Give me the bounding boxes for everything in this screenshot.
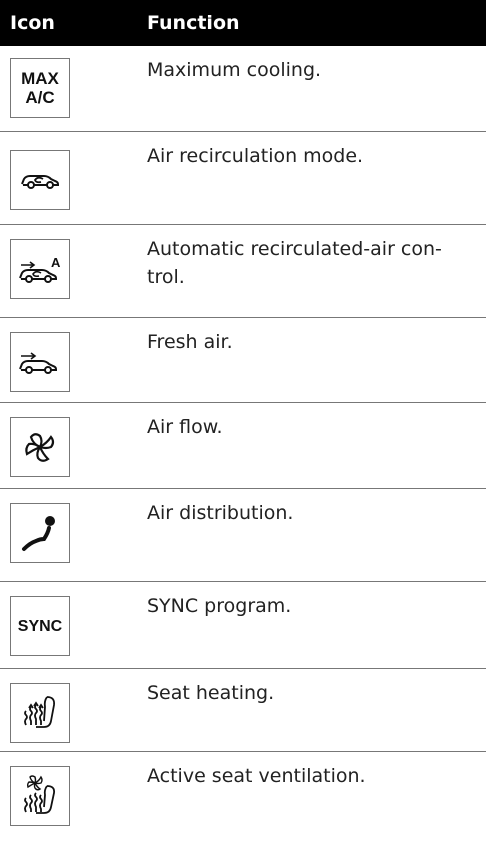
air-recirculation-icon bbox=[10, 150, 70, 210]
automatic-recirculation-icon: A bbox=[10, 239, 70, 299]
icon-cell bbox=[0, 318, 147, 402]
max-ac-icon-line2: A/C bbox=[25, 88, 55, 107]
function-text: Fresh air. bbox=[147, 331, 233, 353]
fresh-air-graphic bbox=[19, 352, 57, 374]
table-row: Air distribution. bbox=[0, 489, 486, 582]
table-row: Seat heating. bbox=[0, 669, 486, 752]
table-row: Air recirculation mode. bbox=[0, 132, 486, 225]
seat-heating-icon bbox=[10, 683, 70, 743]
air-distribution-icon bbox=[10, 503, 70, 563]
table-header: Icon Function bbox=[0, 0, 486, 46]
table-row: Fresh air. bbox=[0, 318, 486, 403]
fan-icon bbox=[10, 417, 70, 477]
max-ac-icon-line1: MAX bbox=[21, 69, 59, 88]
icon-cell bbox=[0, 403, 147, 488]
function-text: SYNC program. bbox=[147, 595, 292, 617]
table-row: A Automatic recirculated-air con-trol. bbox=[0, 225, 486, 318]
function-text: Air recirculation mode. bbox=[147, 145, 364, 167]
seated-person-graphic bbox=[22, 516, 55, 551]
header-function-column: Function bbox=[147, 12, 240, 34]
icon-cell bbox=[0, 132, 147, 224]
function-text: Automatic recirculated-air con-trol. bbox=[147, 238, 442, 288]
table-row: SYNC SYNC program. bbox=[0, 582, 486, 669]
seat-heating-graphic bbox=[24, 696, 56, 728]
table-row: MAX A/C Maximum cooling. bbox=[0, 46, 486, 132]
icon-cell: SYNC bbox=[0, 582, 147, 668]
icon-cell bbox=[0, 489, 147, 581]
sync-icon-text: SYNC bbox=[17, 617, 63, 635]
header-icon-column: Icon bbox=[10, 12, 55, 34]
max-ac-icon: MAX A/C bbox=[10, 58, 70, 118]
icon-cell: A bbox=[0, 225, 147, 317]
auto-recirculation-graphic: A bbox=[19, 255, 61, 283]
icon-cell bbox=[0, 752, 147, 859]
function-text: Air distribution. bbox=[147, 502, 294, 524]
table-row: Air flow. bbox=[0, 403, 486, 489]
icon-cell: MAX A/C bbox=[0, 46, 147, 131]
icon-function-table: Icon Function MAX A/C Maximum cooling. A… bbox=[0, 0, 486, 859]
fresh-air-icon bbox=[10, 332, 70, 392]
seat-ventilation-graphic bbox=[24, 775, 56, 814]
function-text: Air flow. bbox=[147, 416, 223, 438]
function-text: Active seat ventilation. bbox=[147, 765, 366, 787]
car-recirculation-graphic bbox=[21, 175, 59, 189]
function-text: Seat heating. bbox=[147, 682, 275, 704]
fan-graphic bbox=[25, 433, 55, 462]
auto-letter: A bbox=[51, 255, 61, 270]
sync-icon: SYNC bbox=[10, 596, 70, 656]
table-row: Active seat ventilation. bbox=[0, 752, 486, 859]
icon-cell bbox=[0, 669, 147, 751]
seat-ventilation-icon bbox=[10, 766, 70, 826]
function-text: Maximum cooling. bbox=[147, 59, 322, 81]
